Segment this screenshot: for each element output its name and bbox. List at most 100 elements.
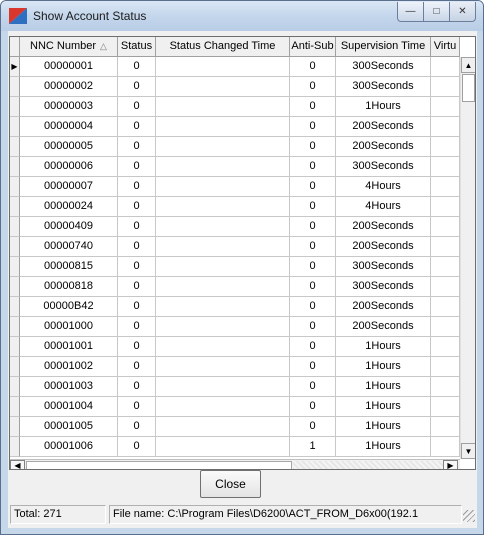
cell-status-changed-time[interactable] <box>156 57 290 77</box>
horizontal-scroll-thumb[interactable] <box>26 461 292 469</box>
cell-supervision-time[interactable]: 300Seconds <box>336 277 431 297</box>
cell-supervision-time[interactable]: 200Seconds <box>336 297 431 317</box>
scroll-down-arrow-icon[interactable]: ▼ <box>461 443 475 459</box>
cell-anti-sub[interactable]: 0 <box>290 157 336 177</box>
cell-supervision-time[interactable]: 1Hours <box>336 357 431 377</box>
table-row[interactable]: 00000005 0 0 200Seconds <box>10 137 460 157</box>
table-row[interactable]: 00001002 0 0 1Hours <box>10 357 460 377</box>
cell-anti-sub[interactable]: 0 <box>290 77 336 97</box>
minimize-button[interactable]: — <box>397 2 424 22</box>
cell-anti-sub[interactable]: 0 <box>290 297 336 317</box>
cell-status-changed-time[interactable] <box>156 177 290 197</box>
row-indicator[interactable] <box>10 77 20 97</box>
cell-nnc-number[interactable]: 00000740 <box>20 237 118 257</box>
row-indicator[interactable] <box>10 177 20 197</box>
cell-supervision-time[interactable]: 1Hours <box>336 417 431 437</box>
cell-supervision-time[interactable]: 300Seconds <box>336 57 431 77</box>
table-row[interactable]: 00000815 0 0 300Seconds <box>10 257 460 277</box>
row-indicator[interactable] <box>10 137 20 157</box>
cell-virtual[interactable] <box>431 197 460 217</box>
table-row[interactable]: ▶ 00000001 0 0 300Seconds <box>10 57 460 77</box>
resize-grip-icon[interactable] <box>463 510 475 522</box>
cell-supervision-time[interactable]: 1Hours <box>336 377 431 397</box>
cell-supervision-time[interactable]: 300Seconds <box>336 257 431 277</box>
cell-virtual[interactable] <box>431 437 460 457</box>
table-row[interactable]: 00000740 0 0 200Seconds <box>10 237 460 257</box>
cell-nnc-number[interactable]: 00000006 <box>20 157 118 177</box>
cell-virtual[interactable] <box>431 377 460 397</box>
table-row[interactable]: 00000024 0 0 4Hours <box>10 197 460 217</box>
cell-nnc-number[interactable]: 00000004 <box>20 117 118 137</box>
cell-nnc-number[interactable]: 00000003 <box>20 97 118 117</box>
table-row[interactable]: 00000002 0 0 300Seconds <box>10 77 460 97</box>
cell-nnc-number[interactable]: 00000007 <box>20 177 118 197</box>
cell-virtual[interactable] <box>431 297 460 317</box>
cell-virtual[interactable] <box>431 357 460 377</box>
row-indicator[interactable] <box>10 357 20 377</box>
cell-status[interactable]: 0 <box>118 197 156 217</box>
close-window-button[interactable]: ✕ <box>449 2 476 22</box>
cell-supervision-time[interactable]: 4Hours <box>336 197 431 217</box>
cell-nnc-number[interactable]: 00001006 <box>20 437 118 457</box>
cell-status-changed-time[interactable] <box>156 97 290 117</box>
cell-status[interactable]: 0 <box>118 277 156 297</box>
cell-nnc-number[interactable]: 00000005 <box>20 137 118 157</box>
cell-virtual[interactable] <box>431 337 460 357</box>
cell-anti-sub[interactable]: 0 <box>290 237 336 257</box>
cell-anti-sub[interactable]: 0 <box>290 337 336 357</box>
column-header-status[interactable]: Status <box>118 37 156 57</box>
cell-supervision-time[interactable]: 300Seconds <box>336 77 431 97</box>
row-indicator[interactable] <box>10 157 20 177</box>
cell-status[interactable]: 0 <box>118 77 156 97</box>
table-row[interactable]: 00000409 0 0 200Seconds <box>10 217 460 237</box>
cell-anti-sub[interactable]: 0 <box>290 357 336 377</box>
cell-virtual[interactable] <box>431 257 460 277</box>
row-indicator[interactable] <box>10 257 20 277</box>
cell-status-changed-time[interactable] <box>156 337 290 357</box>
cell-anti-sub[interactable]: 0 <box>290 277 336 297</box>
table-row[interactable]: 00000818 0 0 300Seconds <box>10 277 460 297</box>
cell-nnc-number[interactable]: 00001000 <box>20 317 118 337</box>
table-row[interactable]: 00001005 0 0 1Hours <box>10 417 460 437</box>
cell-supervision-time[interactable]: 200Seconds <box>336 237 431 257</box>
horizontal-scrollbar[interactable]: ◀ ▶ <box>10 459 460 469</box>
cell-status[interactable]: 0 <box>118 337 156 357</box>
cell-nnc-number[interactable]: 00000815 <box>20 257 118 277</box>
cell-anti-sub[interactable]: 0 <box>290 417 336 437</box>
scroll-up-arrow-icon[interactable]: ▲ <box>461 57 475 73</box>
cell-status[interactable]: 0 <box>118 437 156 457</box>
row-indicator[interactable] <box>10 297 20 317</box>
table-row[interactable]: 00000004 0 0 200Seconds <box>10 117 460 137</box>
cell-status-changed-time[interactable] <box>156 237 290 257</box>
cell-virtual[interactable] <box>431 317 460 337</box>
cell-supervision-time[interactable]: 1Hours <box>336 97 431 117</box>
cell-virtual[interactable] <box>431 397 460 417</box>
vertical-scrollbar[interactable]: ▲ ▼ <box>460 57 475 459</box>
cell-status-changed-time[interactable] <box>156 357 290 377</box>
cell-nnc-number[interactable]: 00001001 <box>20 337 118 357</box>
cell-anti-sub[interactable]: 0 <box>290 197 336 217</box>
cell-anti-sub[interactable]: 0 <box>290 57 336 77</box>
cell-status-changed-time[interactable] <box>156 77 290 97</box>
row-indicator[interactable] <box>10 237 20 257</box>
cell-nnc-number[interactable]: 00001004 <box>20 397 118 417</box>
cell-status[interactable]: 0 <box>118 417 156 437</box>
maximize-button[interactable]: □ <box>423 2 450 22</box>
cell-status-changed-time[interactable] <box>156 297 290 317</box>
table-row[interactable]: 00001003 0 0 1Hours <box>10 377 460 397</box>
cell-status-changed-time[interactable] <box>156 217 290 237</box>
cell-status-changed-time[interactable] <box>156 437 290 457</box>
cell-status[interactable]: 0 <box>118 137 156 157</box>
cell-virtual[interactable] <box>431 157 460 177</box>
cell-status[interactable]: 0 <box>118 357 156 377</box>
cell-status[interactable]: 0 <box>118 157 156 177</box>
column-header-nnc-number[interactable]: NNC Number △ <box>20 37 118 57</box>
cell-supervision-time[interactable]: 1Hours <box>336 397 431 417</box>
cell-nnc-number[interactable]: 00001005 <box>20 417 118 437</box>
cell-status-changed-time[interactable] <box>156 417 290 437</box>
current-row-arrow-icon[interactable]: ▶ <box>10 57 20 77</box>
column-header-anti-sub[interactable]: Anti-Sub <box>290 37 336 57</box>
table-row[interactable]: 00000B42 0 0 200Seconds <box>10 297 460 317</box>
scroll-right-arrow-icon[interactable]: ▶ <box>443 460 458 469</box>
row-indicator[interactable] <box>10 97 20 117</box>
